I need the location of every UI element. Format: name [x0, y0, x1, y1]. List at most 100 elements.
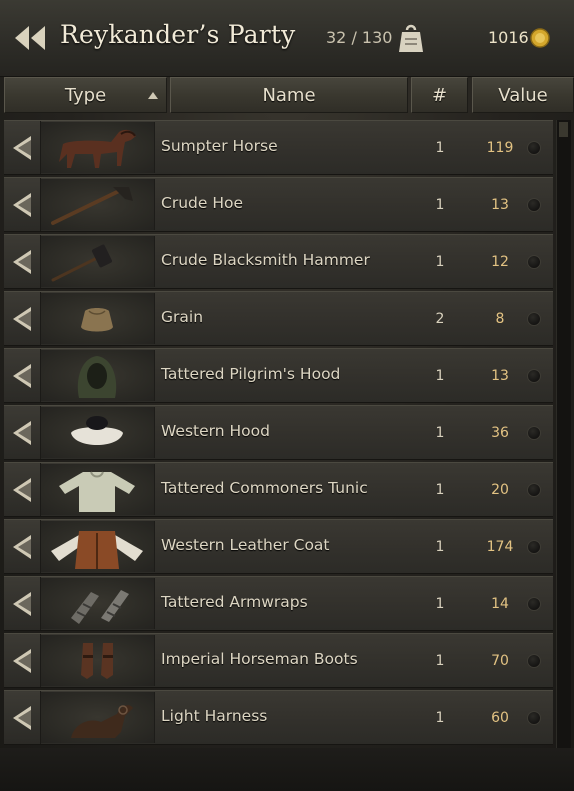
item-name: Tattered Armwraps: [161, 593, 308, 611]
item-name: Light Harness: [161, 707, 268, 725]
item-count: 1: [435, 425, 445, 441]
hood-icon: [77, 356, 117, 398]
item-count: 1: [435, 140, 445, 156]
item-select-toggle[interactable]: [527, 711, 541, 725]
item-select-toggle[interactable]: [527, 312, 541, 326]
item-row[interactable]: Tattered Pilgrim's Hood 1 13: [4, 348, 553, 403]
grain-sack-icon: [81, 308, 113, 332]
column-header-count[interactable]: #: [411, 77, 468, 113]
item-row[interactable]: Crude Blacksmith Hammer 1 12: [4, 234, 553, 289]
boots-icon: [81, 643, 113, 679]
item-value: 36: [491, 425, 509, 441]
hammer-icon: [51, 244, 113, 282]
scrollbar-thumb[interactable]: [559, 122, 568, 137]
item-count: 2: [435, 311, 445, 327]
item-row[interactable]: Sumpter Horse 1 119: [4, 120, 553, 175]
item-select-toggle[interactable]: [527, 198, 541, 212]
item-select-toggle[interactable]: [527, 426, 541, 440]
item-row[interactable]: Light Harness 1 60: [4, 690, 553, 745]
item-select-toggle[interactable]: [527, 654, 541, 668]
item-select-toggle[interactable]: [527, 597, 541, 611]
item-count: 1: [435, 197, 445, 213]
transfer-left-button[interactable]: [4, 520, 41, 573]
left-arrow-icon: [13, 363, 31, 388]
item-select-toggle[interactable]: [527, 369, 541, 383]
panel-footer: [0, 748, 574, 791]
item-count: 1: [435, 368, 445, 384]
transfer-left-button[interactable]: [4, 691, 41, 744]
item-row[interactable]: Tattered Armwraps 1 14: [4, 576, 553, 631]
inventory-capacity: 32 / 130: [326, 28, 393, 47]
item-thumbnail: [41, 578, 155, 629]
item-thumbnail: [41, 350, 155, 401]
item-thumbnail: [41, 236, 155, 287]
gold-amount: 1016: [488, 28, 529, 47]
item-value: 60: [491, 710, 509, 726]
left-arrow-icon: [13, 249, 31, 274]
armwraps-icon: [71, 590, 129, 624]
leather-coat-icon: [51, 531, 143, 569]
transfer-left-button[interactable]: [4, 463, 41, 516]
item-thumbnail: [41, 407, 155, 458]
left-arrow-icon: [13, 420, 31, 445]
item-value: 70: [491, 653, 509, 669]
item-count: 1: [435, 653, 445, 669]
column-header-value[interactable]: Value: [472, 77, 574, 113]
item-thumbnail: [41, 692, 155, 743]
item-value: 13: [491, 368, 509, 384]
left-arrow-icon: [13, 306, 31, 331]
item-thumbnail: [41, 179, 155, 230]
item-row[interactable]: Tattered Commoners Tunic 1 20: [4, 462, 553, 517]
double-left-arrow-icon: [15, 26, 45, 50]
harness-icon: [71, 705, 133, 738]
item-select-toggle[interactable]: [527, 141, 541, 155]
item-thumbnail: [41, 464, 155, 515]
item-row[interactable]: Western Hood 1 36: [4, 405, 553, 460]
transfer-left-button[interactable]: [4, 292, 41, 345]
column-header-name[interactable]: Name: [170, 77, 408, 113]
scrollbar[interactable]: [556, 120, 571, 748]
transfer-left-button[interactable]: [4, 406, 41, 459]
item-count: 1: [435, 254, 445, 270]
sort-ascending-icon: [148, 92, 158, 99]
item-select-toggle[interactable]: [527, 255, 541, 269]
item-name: Western Hood: [161, 422, 270, 440]
item-value: 8: [495, 311, 505, 327]
weight-icon: [399, 24, 423, 52]
transfer-left-button[interactable]: [4, 349, 41, 402]
back-button[interactable]: [8, 16, 52, 60]
item-select-toggle[interactable]: [527, 540, 541, 554]
item-row[interactable]: Western Leather Coat 1 174: [4, 519, 553, 574]
left-arrow-icon: [13, 591, 31, 616]
transfer-left-button[interactable]: [4, 235, 41, 288]
item-name: Tattered Commoners Tunic: [161, 479, 368, 497]
item-row[interactable]: Imperial Horseman Boots 1 70: [4, 633, 553, 688]
transfer-left-button[interactable]: [4, 577, 41, 630]
transfer-left-button[interactable]: [4, 178, 41, 231]
item-name: Crude Blacksmith Hammer: [161, 251, 370, 269]
left-arrow-icon: [13, 477, 31, 502]
item-value: 119: [486, 140, 514, 156]
column-header-type[interactable]: Type: [4, 77, 167, 113]
item-name: Sumpter Horse: [161, 137, 278, 155]
item-thumbnail: [41, 635, 155, 686]
item-value: 20: [491, 482, 509, 498]
item-thumbnail: [41, 521, 155, 572]
item-select-toggle[interactable]: [527, 483, 541, 497]
horse-icon: [59, 129, 136, 168]
column-header-count-label: #: [431, 84, 448, 106]
party-title: Reykander’s Party: [60, 20, 296, 49]
item-name: Western Leather Coat: [161, 536, 330, 554]
item-row[interactable]: Crude Hoe 1 13: [4, 177, 553, 232]
tunic-icon: [59, 471, 135, 512]
item-name: Crude Hoe: [161, 194, 243, 212]
item-count: 1: [435, 482, 445, 498]
left-arrow-icon: [13, 705, 31, 730]
transfer-left-button[interactable]: [4, 121, 41, 174]
inventory-panel: Reykander’s Party 32 / 130 1016 Type Nam…: [0, 0, 574, 791]
item-list: Sumpter Horse 1 119 Crude Hoe 1 13 Crude…: [4, 120, 553, 748]
item-count: 1: [435, 539, 445, 555]
item-row[interactable]: Grain 2 8: [4, 291, 553, 346]
item-count: 1: [435, 596, 445, 612]
transfer-left-button[interactable]: [4, 634, 41, 687]
